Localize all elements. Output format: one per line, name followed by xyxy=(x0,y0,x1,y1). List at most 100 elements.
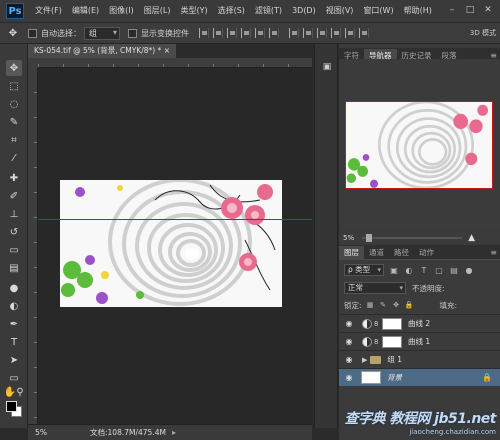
visibility-eye-icon[interactable]: ◉ xyxy=(342,373,356,382)
tab-actions[interactable]: 动作 xyxy=(414,246,439,259)
visibility-eye-icon[interactable]: ◉ xyxy=(342,337,356,346)
move-tool-preset-icon[interactable]: ✥ xyxy=(6,26,20,40)
layer-name: 曲线 2 xyxy=(408,319,431,328)
menu-window[interactable]: 窗口(W) xyxy=(358,0,398,22)
align-top-icon[interactable] xyxy=(199,28,209,38)
canvas-area[interactable] xyxy=(38,68,312,424)
type-icon[interactable]: T xyxy=(6,334,22,350)
layer-mask-thumbnail[interactable] xyxy=(382,317,402,330)
menu-3d[interactable]: 3D(D) xyxy=(287,0,321,22)
distribute-middle-icon[interactable] xyxy=(303,28,313,38)
toolbox: ✥ ⬚ ◌ ✎ ⌗ ⁄ ✚ ✐ ⊥ ↺ ▭ ▤ ● ◐ ✒ T ➤ ▭ ✋ ⚲ xyxy=(0,44,28,428)
navigator-zoom-knob[interactable] xyxy=(366,234,373,242)
mask-link-icon[interactable]: 8 xyxy=(374,338,380,346)
dodge-icon[interactable]: ◐ xyxy=(6,298,22,314)
zoom-level-field[interactable]: 5% xyxy=(28,428,54,437)
auto-select-dropdown[interactable]: 组 xyxy=(84,26,120,40)
foreground-color-swatch[interactable] xyxy=(6,401,17,412)
menu-edit[interactable]: 编辑(E) xyxy=(67,0,104,22)
distribute-bottom-icon[interactable] xyxy=(317,28,327,38)
distribute-right-icon[interactable] xyxy=(359,28,369,38)
auto-select-checkbox[interactable] xyxy=(28,28,37,38)
visibility-eye-icon[interactable]: ◉ xyxy=(342,319,356,328)
path-select-icon[interactable]: ➤ xyxy=(6,352,22,368)
show-transform-checkbox[interactable] xyxy=(128,28,137,38)
lock-position-icon[interactable]: ✥ xyxy=(392,301,401,310)
shape-filter-icon[interactable]: ▢ xyxy=(434,265,444,275)
minimize-button[interactable]: – xyxy=(444,3,460,17)
layer-row-group-1[interactable]: ◉ ▶ 组 1 xyxy=(339,350,500,368)
navigator-thumbnail[interactable] xyxy=(345,101,493,189)
properties-panel-icon[interactable]: ▣ xyxy=(319,60,335,74)
align-center-icon[interactable] xyxy=(255,28,265,38)
document-tab[interactable]: KS-054.tif @ 5% (背景, CMYK/8*) * × xyxy=(28,44,176,58)
menu-select[interactable]: 选择(S) xyxy=(213,0,250,22)
quick-select-icon[interactable]: ✎ xyxy=(6,114,22,130)
visibility-eye-icon[interactable]: ◉ xyxy=(342,355,356,364)
zoom-in-icon[interactable]: ▲ xyxy=(468,233,475,243)
3d-mode-label[interactable]: 3D 模式 xyxy=(470,28,496,38)
adjustment-filter-icon[interactable]: ◐ xyxy=(404,265,414,275)
distribute-top-icon[interactable] xyxy=(289,28,299,38)
menu-filter[interactable]: 滤镜(T) xyxy=(250,0,287,22)
tab-channels[interactable]: 通道 xyxy=(364,246,389,259)
align-bottom-icon[interactable] xyxy=(227,28,237,38)
ruler-origin[interactable] xyxy=(28,58,38,68)
menu-type[interactable]: 类型(Y) xyxy=(175,0,212,22)
filter-toggle-icon[interactable]: ● xyxy=(464,265,474,275)
menu-image[interactable]: 图像(I) xyxy=(104,0,139,22)
layer-row-curves-2[interactable]: ◉ 8 曲线 2 xyxy=(339,314,500,332)
tab-paths[interactable]: 路径 xyxy=(389,246,414,259)
layer-row-background[interactable]: ◉ 背景 🔒 xyxy=(339,368,500,386)
crop-icon[interactable]: ⌗ xyxy=(6,132,22,148)
type-filter-icon[interactable]: T xyxy=(419,265,429,275)
document-artwork[interactable] xyxy=(60,180,282,307)
horizontal-ruler[interactable] xyxy=(38,58,312,68)
tab-layers[interactable]: 图层 xyxy=(339,246,364,259)
status-menu-arrow-icon[interactable]: ▸ xyxy=(172,428,176,437)
group-expand-icon[interactable]: ▶ xyxy=(362,356,367,364)
mask-link-icon[interactable]: 8 xyxy=(374,320,380,328)
navigator-zoom-slider[interactable] xyxy=(362,234,463,242)
blend-mode-dropdown[interactable]: 正常 xyxy=(344,282,406,294)
lasso-icon[interactable]: ◌ xyxy=(6,96,22,112)
close-button[interactable]: ✕ xyxy=(480,3,496,17)
marquee-icon[interactable]: ⬚ xyxy=(6,78,22,94)
healing-icon[interactable]: ✚ xyxy=(6,170,22,186)
distribute-center-icon[interactable] xyxy=(345,28,355,38)
eraser-icon[interactable]: ▭ xyxy=(6,242,22,258)
blur-icon[interactable]: ● xyxy=(6,280,22,296)
menu-file[interactable]: 文件(F) xyxy=(30,0,67,22)
document-tab-title: KS-054.tif @ 5% (背景, CMYK/8*) * xyxy=(34,46,162,55)
smart-object-filter-icon[interactable]: ▤ xyxy=(449,265,459,275)
align-left-icon[interactable] xyxy=(241,28,251,38)
lock-transparent-icon[interactable]: ▦ xyxy=(366,301,375,310)
lock-all-icon[interactable]: 🔒 xyxy=(405,301,414,310)
layer-row-curves-1[interactable]: ◉ 8 曲线 1 xyxy=(339,332,500,350)
vertical-ruler[interactable] xyxy=(28,68,38,424)
eyedropper-icon[interactable]: ⁄ xyxy=(6,150,22,166)
navigator-zoom-value[interactable]: 5% xyxy=(343,234,354,242)
menu-help[interactable]: 帮助(H) xyxy=(399,0,437,22)
stamp-icon[interactable]: ⊥ xyxy=(6,206,22,222)
menu-layer[interactable]: 图层(L) xyxy=(139,0,176,22)
align-middle-icon[interactable] xyxy=(213,28,223,38)
layer-mask-thumbnail[interactable] xyxy=(382,335,402,348)
menu-view[interactable]: 视图(V) xyxy=(321,0,359,22)
lock-image-icon[interactable]: ✎ xyxy=(379,301,388,310)
lock-row: 锁定: ▦ ✎ ✥ 🔒 填充: xyxy=(339,297,500,313)
layers-panel-menu-icon[interactable]: ≡ xyxy=(490,246,497,259)
align-right-icon[interactable] xyxy=(269,28,279,38)
gradient-icon[interactable]: ▤ xyxy=(6,260,22,276)
history-brush-icon[interactable]: ↺ xyxy=(6,224,22,240)
distribute-left-icon[interactable] xyxy=(331,28,341,38)
move-icon[interactable]: ✥ xyxy=(6,60,22,76)
guide-line[interactable] xyxy=(38,219,312,220)
maximize-button[interactable]: □ xyxy=(462,3,478,17)
brush-icon[interactable]: ✐ xyxy=(6,188,22,204)
zoom-icon[interactable]: ⚲ xyxy=(14,384,26,400)
layer-kind-filter[interactable]: ρ 类型 xyxy=(344,264,384,276)
document-tab-close-icon[interactable]: × xyxy=(164,46,170,55)
pixel-filter-icon[interactable]: ▣ xyxy=(389,265,399,275)
pen-icon[interactable]: ✒ xyxy=(6,316,22,332)
